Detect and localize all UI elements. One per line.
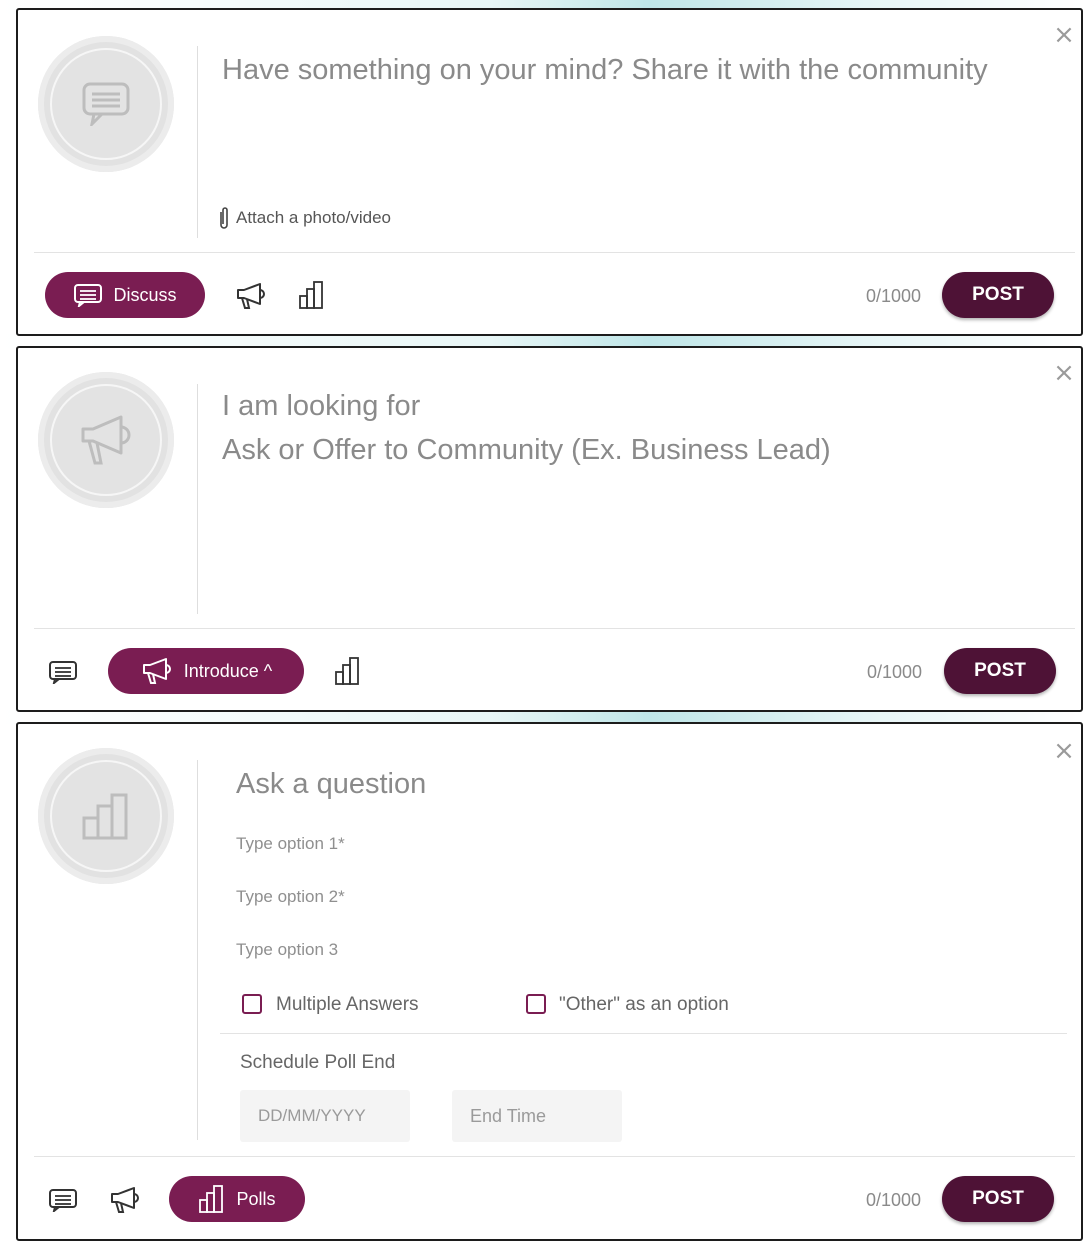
chat-bubble-icon <box>82 82 130 126</box>
divider <box>34 628 1075 629</box>
divider <box>34 252 1075 253</box>
bar-chart-icon[interactable] <box>334 656 362 686</box>
chat-bubble-icon[interactable] <box>48 1188 78 1212</box>
post-button[interactable]: POST <box>942 272 1054 318</box>
poll-option-1-input[interactable]: Type option 1* <box>236 834 345 854</box>
megaphone-icon <box>142 658 171 684</box>
megaphone-icon[interactable] <box>234 282 268 310</box>
paperclip-icon <box>220 207 228 229</box>
char-counter: 0/1000 <box>867 662 923 682</box>
bar-chart-icon[interactable] <box>298 280 326 310</box>
polls-post-card: × Ask a question Type option 1* Type opt… <box>16 722 1083 1241</box>
discuss-text-input[interactable]: Have something on your mind? Share it wi… <box>222 54 988 87</box>
poll-end-time-input[interactable]: End Time <box>452 1090 622 1142</box>
chat-bubble-icon <box>74 284 103 307</box>
close-icon[interactable]: × <box>1053 360 1075 386</box>
other-option-checkbox[interactable] <box>526 994 546 1014</box>
discuss-avatar <box>38 36 174 172</box>
polls-tab-label: Polls <box>236 1188 276 1209</box>
close-icon[interactable]: × <box>1053 22 1075 48</box>
chat-bubble-icon[interactable] <box>48 660 78 684</box>
discuss-tab-label: Discuss <box>113 284 177 305</box>
introduce-title: I am looking for <box>222 390 421 422</box>
poll-end-date-input[interactable]: DD/MM/YYYY <box>240 1090 410 1142</box>
introduce-text-input[interactable]: Ask or Offer to Community (Ex. Business … <box>222 434 831 467</box>
post-button[interactable]: POST <box>942 1176 1054 1222</box>
bar-chart-icon <box>82 793 128 840</box>
introduce-avatar <box>38 372 174 508</box>
divider <box>197 46 198 238</box>
close-icon[interactable]: × <box>1053 738 1075 764</box>
char-counter: 0/1000 <box>866 1190 922 1210</box>
introduce-tab-button[interactable]: Introduce ^ <box>108 648 304 694</box>
poll-option-3-input[interactable]: Type option 3 <box>236 940 338 960</box>
discuss-post-card: × Have something on your mind? Share it … <box>16 8 1083 336</box>
other-option-label: "Other" as an option <box>559 994 729 1015</box>
polls-avatar <box>38 748 174 884</box>
post-button[interactable]: POST <box>944 648 1056 694</box>
divider <box>220 1033 1067 1034</box>
multiple-answers-checkbox[interactable] <box>242 994 262 1014</box>
poll-question-input[interactable]: Ask a question <box>236 768 426 801</box>
divider <box>34 1156 1075 1157</box>
introduce-post-card: × I am looking for Ask or Offer to Commu… <box>16 346 1083 712</box>
divider <box>197 760 198 1140</box>
introduce-tab-label: Introduce ^ <box>183 660 273 681</box>
char-counter: 0/1000 <box>866 286 922 306</box>
attach-label: Attach a photo/video <box>236 208 392 227</box>
bar-chart-icon <box>199 1185 224 1213</box>
megaphone-icon[interactable] <box>108 1186 142 1214</box>
polls-tab-button[interactable]: Polls <box>169 1176 305 1222</box>
attach-media-link[interactable]: Attach a photo/video <box>218 206 391 230</box>
discuss-tab-button[interactable]: Discuss <box>45 272 205 318</box>
multiple-answers-label: Multiple Answers <box>276 994 419 1015</box>
schedule-poll-end-label: Schedule Poll End <box>240 1052 396 1073</box>
poll-option-2-input[interactable]: Type option 2* <box>236 887 345 907</box>
megaphone-icon <box>81 415 131 465</box>
divider <box>197 384 198 614</box>
